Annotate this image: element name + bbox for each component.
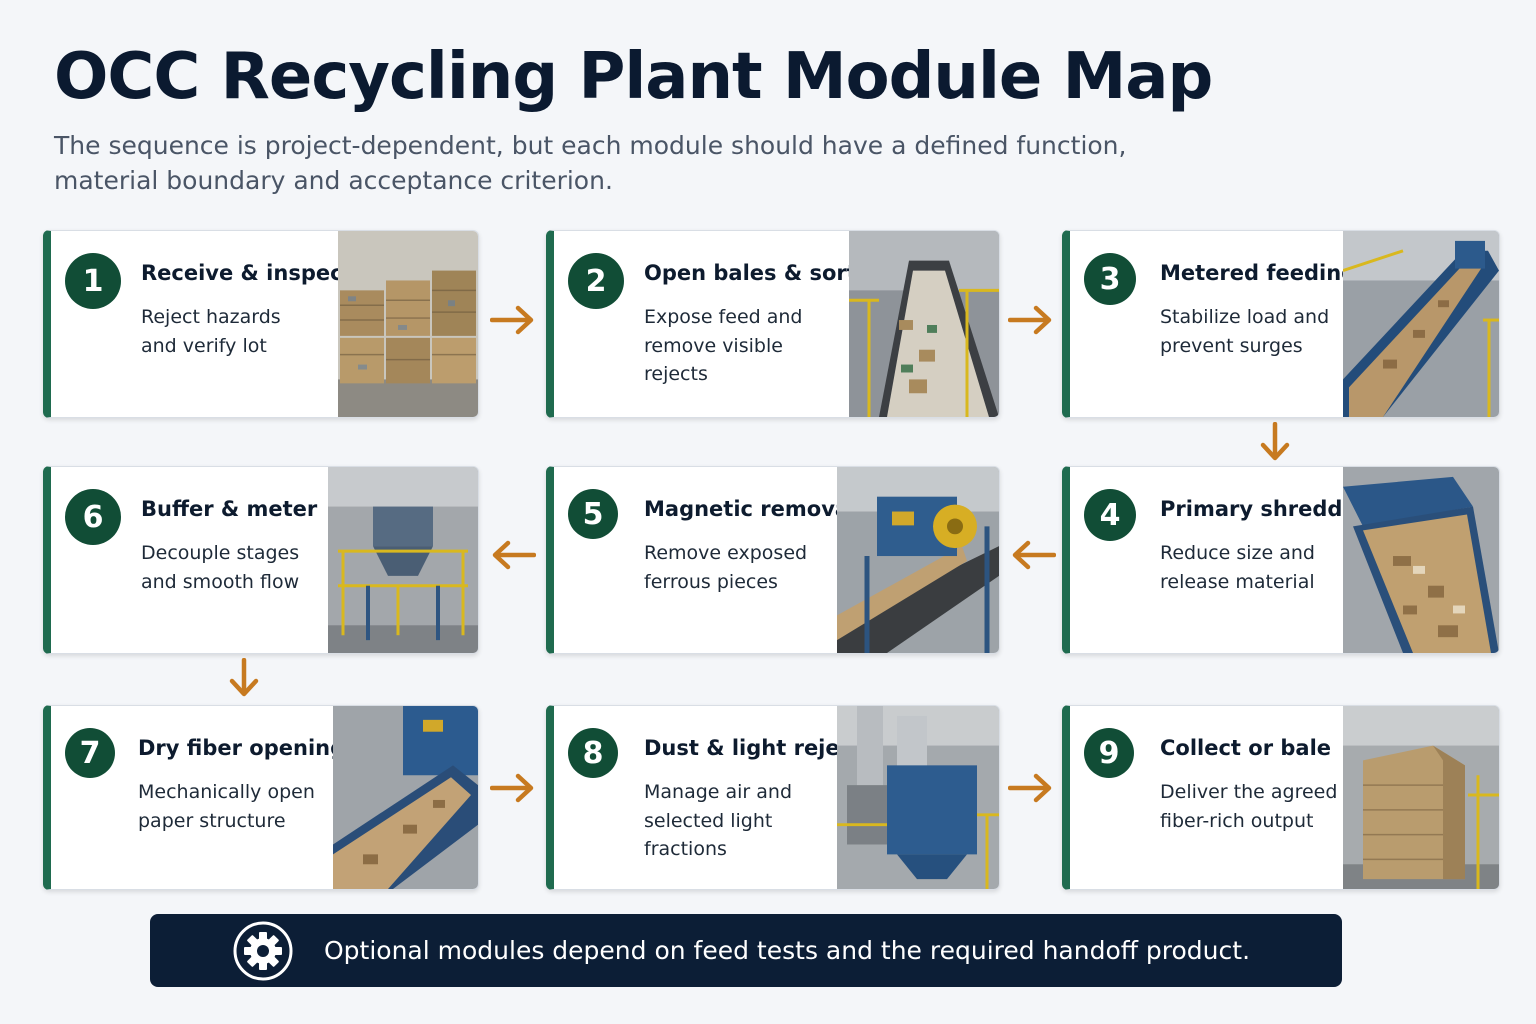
module-description: Reject hazards and verify lot <box>141 306 281 357</box>
module-title: Open bales & sort <box>644 261 857 285</box>
arrow-down-icon <box>229 658 259 697</box>
module-description: Reduce size and release material <box>1160 542 1315 593</box>
arrow-right-icon <box>1008 773 1052 803</box>
dust-collector-photo <box>837 706 999 889</box>
step-number-badge: 6 <box>65 489 121 545</box>
step-number-badge: 8 <box>568 728 618 778</box>
module-card-5: 5 Magnetic removal Remove exposed ferrou… <box>546 466 1000 654</box>
page-title: OCC Recycling Plant Module Map <box>54 40 1213 114</box>
buffer-bin-photo <box>328 467 478 653</box>
module-card-3: 3 Metered feeding Stabilize load and pre… <box>1062 230 1500 418</box>
module-title: Magnetic removal <box>644 497 857 521</box>
module-description: Deliver the agreed fiber-rich output <box>1160 781 1338 832</box>
module-card-9: 9 Collect or bale Deliver the agreed fib… <box>1062 705 1500 890</box>
module-description: Mechanically open paper structure <box>138 781 315 832</box>
arrow-left-icon <box>492 540 536 570</box>
footer-note: Optional modules depend on feed tests an… <box>324 936 1251 965</box>
arrow-right-icon <box>490 305 534 335</box>
arrow-left-icon <box>1012 540 1056 570</box>
step-number-badge: 9 <box>1084 728 1134 778</box>
module-card-4: 4 Primary shredding Reduce size and rele… <box>1062 466 1500 654</box>
finished-bale-photo <box>1343 706 1499 889</box>
module-card-7: 7 Dry fiber opening Mechanically open pa… <box>43 705 479 890</box>
module-card-8: 8 Dust & light rejects Manage air and se… <box>546 705 1000 890</box>
module-description: Expose feed and remove visible rejects <box>644 306 803 385</box>
magnetic-separator-photo <box>837 467 999 653</box>
step-number-badge: 4 <box>1084 489 1136 541</box>
module-card-2: 2 Open bales & sort Expose feed and remo… <box>546 230 1000 418</box>
sorting-conveyor-photo <box>849 231 999 417</box>
module-title: Receive & inspect <box>141 261 353 285</box>
footer-banner: Optional modules depend on feed tests an… <box>150 914 1342 987</box>
module-description: Decouple stages and smooth flow <box>141 542 300 593</box>
step-number-badge: 5 <box>568 489 618 539</box>
shredder-photo <box>1343 467 1499 653</box>
module-description: Remove exposed ferrous pieces <box>644 542 808 593</box>
module-description: Stabilize load and prevent surges <box>1160 306 1330 357</box>
arrow-down-icon <box>1260 422 1290 461</box>
step-number-badge: 2 <box>568 253 624 309</box>
module-title: Dry fiber opening <box>138 736 346 760</box>
arrow-right-icon <box>490 773 534 803</box>
module-title: Collect or bale <box>1160 736 1332 760</box>
page-subtitle: The sequence is project-dependent, but e… <box>54 131 1127 195</box>
module-title: Metered feeding <box>1160 261 1357 285</box>
module-card-1: 1 Receive & inspect Reject hazards and v… <box>43 230 479 418</box>
fiber-opener-photo <box>333 706 478 889</box>
feed-conveyor-photo <box>1343 231 1499 417</box>
module-title: Buffer & meter <box>141 497 318 521</box>
gear-icon <box>233 921 293 981</box>
module-card-6: 6 Buffer & meter Decouple stages and smo… <box>43 466 479 654</box>
step-number-badge: 1 <box>65 253 121 309</box>
bales-photo <box>338 231 478 417</box>
arrow-right-icon <box>1008 305 1052 335</box>
step-number-badge: 7 <box>65 728 115 778</box>
module-description: Manage air and selected light fractions <box>644 781 793 860</box>
step-number-badge: 3 <box>1084 253 1136 305</box>
